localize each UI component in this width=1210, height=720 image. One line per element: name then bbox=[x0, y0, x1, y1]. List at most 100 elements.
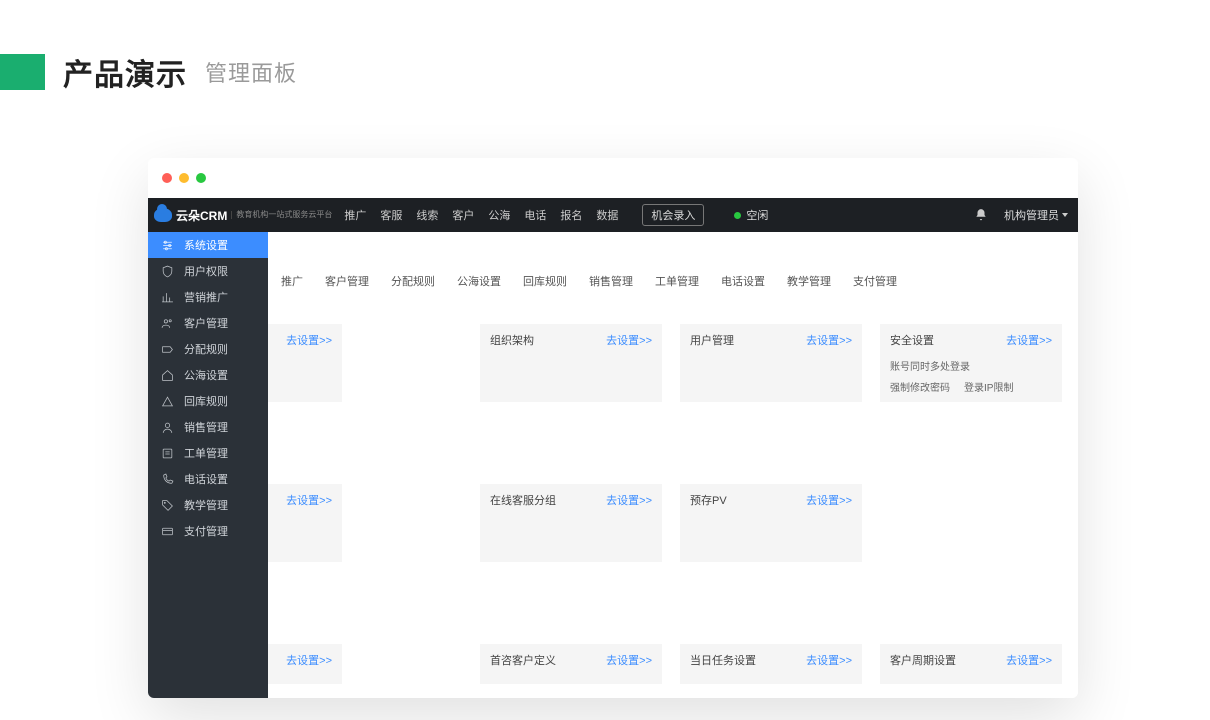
brand-logo[interactable]: 云朵CRM 教育机构一站式服务云平台 bbox=[154, 207, 332, 224]
go-settings-link[interactable]: 去设置>> bbox=[606, 492, 652, 508]
app-body: 系统设置 用户权限 营销推广 客户管理 分配规则 公海设置 bbox=[148, 232, 1078, 698]
triangle-icon bbox=[160, 394, 174, 408]
sidebar-item-tickets[interactable]: 工单管理 bbox=[148, 440, 268, 466]
page-heading: 产品演示 管理面板 bbox=[0, 50, 297, 94]
sidebar-item-public-sea[interactable]: 公海设置 bbox=[148, 362, 268, 388]
nav-item[interactable]: 客服 bbox=[380, 207, 402, 223]
shield-icon bbox=[160, 264, 174, 278]
subnav-item[interactable]: 教学管理 bbox=[778, 268, 840, 294]
status-pill[interactable]: 空闲 bbox=[734, 207, 768, 223]
go-settings-link[interactable]: 去设置>> bbox=[806, 492, 852, 508]
phone-icon bbox=[160, 472, 174, 486]
brand-subtext: 教育机构一站式服务云平台 bbox=[231, 211, 332, 219]
settings-sliders-icon bbox=[160, 238, 174, 252]
bell-icon[interactable] bbox=[974, 208, 988, 222]
nav-item[interactable]: 线索 bbox=[416, 207, 438, 223]
sidebar-item-alloc-rules[interactable]: 分配规则 bbox=[148, 336, 268, 362]
sidebar-item-user-perm[interactable]: 用户权限 bbox=[148, 258, 268, 284]
sidebar-item-label: 回库规则 bbox=[184, 393, 228, 409]
go-settings-link[interactable]: 去设置>> bbox=[606, 652, 652, 668]
subnav-item[interactable]: 客户管理 bbox=[316, 268, 378, 294]
subnav-item[interactable]: 电话设置 bbox=[712, 268, 774, 294]
sidebar-item-label: 支付管理 bbox=[184, 523, 228, 539]
subnav-item[interactable]: 工单管理 bbox=[646, 268, 708, 294]
nav-item[interactable]: 电话 bbox=[524, 207, 546, 223]
subnav-item[interactable]: 回库规则 bbox=[514, 268, 576, 294]
traffic-light-close-icon[interactable] bbox=[162, 173, 172, 183]
sidebar-item-label: 教学管理 bbox=[184, 497, 228, 513]
traffic-light-zoom-icon[interactable] bbox=[196, 173, 206, 183]
go-settings-link[interactable]: 去设置>> bbox=[1006, 652, 1052, 668]
settings-card-pv: 预存PV 去设置>> bbox=[680, 484, 862, 562]
nav-item[interactable]: 推广 bbox=[344, 207, 366, 223]
user-menu[interactable]: 机构管理员 bbox=[1004, 207, 1068, 223]
nav-item[interactable]: 客户 bbox=[452, 207, 474, 223]
status-text: 空闲 bbox=[746, 207, 768, 223]
card-title: 用户管理 bbox=[690, 335, 734, 347]
traffic-light-minimize-icon[interactable] bbox=[179, 173, 189, 183]
heading-subtitle: 管理面板 bbox=[205, 56, 297, 88]
card-tag[interactable]: 强制修改密码 bbox=[890, 379, 950, 394]
card-tag[interactable]: 账号同时多处登录 bbox=[890, 362, 970, 373]
go-settings-link[interactable]: 去设置>> bbox=[606, 332, 652, 348]
go-settings-link[interactable]: 去设置>> bbox=[806, 332, 852, 348]
users-icon bbox=[160, 316, 174, 330]
subnav-item[interactable]: 推广 bbox=[272, 268, 312, 294]
subnav-item[interactable]: 销售管理 bbox=[580, 268, 642, 294]
sidebar-item-label: 客户管理 bbox=[184, 315, 228, 331]
sidebar-item-marketing[interactable]: 营销推广 bbox=[148, 284, 268, 310]
sidebar-item-label: 销售管理 bbox=[184, 419, 228, 435]
go-settings-link[interactable]: 去设置>> bbox=[806, 652, 852, 668]
card-title: 首咨客户定义 bbox=[490, 655, 556, 667]
subnav-item[interactable]: 支付管理 bbox=[844, 268, 906, 294]
nav-item[interactable]: 报名 bbox=[560, 207, 582, 223]
settings-cards-grid: 去设置>> 组织架构 去设置>> 用户管理 去设置>> 安全设置 去设置>> 账… bbox=[280, 324, 1064, 698]
card-title: 组织架构 bbox=[490, 335, 534, 347]
sidebar-item-teaching[interactable]: 教学管理 bbox=[148, 492, 268, 518]
go-settings-link[interactable]: 去设置>> bbox=[1006, 332, 1052, 348]
settings-card-users: 用户管理 去设置>> bbox=[680, 324, 862, 402]
sidebar-item-label: 营销推广 bbox=[184, 289, 228, 305]
window-titlebar bbox=[148, 158, 1078, 198]
nav-item[interactable]: 数据 bbox=[596, 207, 618, 223]
card-title: 当日任务设置 bbox=[690, 655, 756, 667]
sidebar-item-customers[interactable]: 客户管理 bbox=[148, 310, 268, 336]
ticket-icon bbox=[160, 446, 174, 460]
accent-block bbox=[0, 54, 45, 90]
sidebar-item-label: 电话设置 bbox=[184, 471, 228, 487]
record-button[interactable]: 机会录入 bbox=[642, 204, 704, 226]
settings-card-security: 安全设置 去设置>> 账号同时多处登录 强制修改密码 登录IP限制 bbox=[880, 324, 1062, 402]
sidebar-item-phone[interactable]: 电话设置 bbox=[148, 466, 268, 492]
sidebar-item-sales[interactable]: 销售管理 bbox=[148, 414, 268, 440]
sidebar-item-return-rules[interactable]: 回库规则 bbox=[148, 388, 268, 414]
card-tags: 账号同时多处登录 强制修改密码 登录IP限制 bbox=[890, 358, 1013, 394]
card-title: 预存PV bbox=[690, 495, 727, 507]
nav-item[interactable]: 公海 bbox=[488, 207, 510, 223]
user-label-text: 机构管理员 bbox=[1004, 207, 1059, 223]
subnav-item[interactable]: 公海设置 bbox=[448, 268, 510, 294]
settings-card-online-group: 在线客服分组 去设置>> bbox=[480, 484, 662, 562]
go-settings-link[interactable]: 去设置>> bbox=[286, 652, 332, 668]
sidebar-item-system-settings[interactable]: 系统设置 bbox=[148, 232, 268, 258]
sidebar: 系统设置 用户权限 营销推广 客户管理 分配规则 公海设置 bbox=[148, 232, 268, 698]
status-dot-icon bbox=[734, 212, 741, 219]
card-tag[interactable]: 登录IP限制 bbox=[964, 379, 1013, 394]
go-settings-link[interactable]: 去设置>> bbox=[286, 492, 332, 508]
settings-card-org: 组织架构 去设置>> bbox=[480, 324, 662, 402]
go-settings-link[interactable]: 去设置>> bbox=[286, 332, 332, 348]
card-icon bbox=[160, 524, 174, 538]
sidebar-item-label: 分配规则 bbox=[184, 341, 228, 357]
chart-icon bbox=[160, 290, 174, 304]
app-window: 云朵CRM 教育机构一站式服务云平台 推广 客服 线索 客户 公海 电话 报名 … bbox=[148, 158, 1078, 698]
card-title: 客户周期设置 bbox=[890, 655, 956, 667]
subnav: 推广 客户管理 分配规则 公海设置 回库规则 销售管理 工单管理 电话设置 教学… bbox=[268, 268, 1078, 294]
sidebar-item-label: 工单管理 bbox=[184, 445, 228, 461]
top-nav: 推广 客服 线索 客户 公海 电话 报名 数据 机会录入 bbox=[344, 204, 704, 226]
card-title: 安全设置 bbox=[890, 335, 934, 347]
sidebar-item-payment[interactable]: 支付管理 bbox=[148, 518, 268, 544]
settings-card-customer-cycle: 客户周期设置 去设置>> bbox=[880, 644, 1062, 684]
app-top-bar: 云朵CRM 教育机构一站式服务云平台 推广 客服 线索 客户 公海 电话 报名 … bbox=[148, 198, 1078, 232]
rules-icon bbox=[160, 342, 174, 356]
subnav-item[interactable]: 分配规则 bbox=[382, 268, 444, 294]
cloud-icon bbox=[154, 208, 172, 222]
